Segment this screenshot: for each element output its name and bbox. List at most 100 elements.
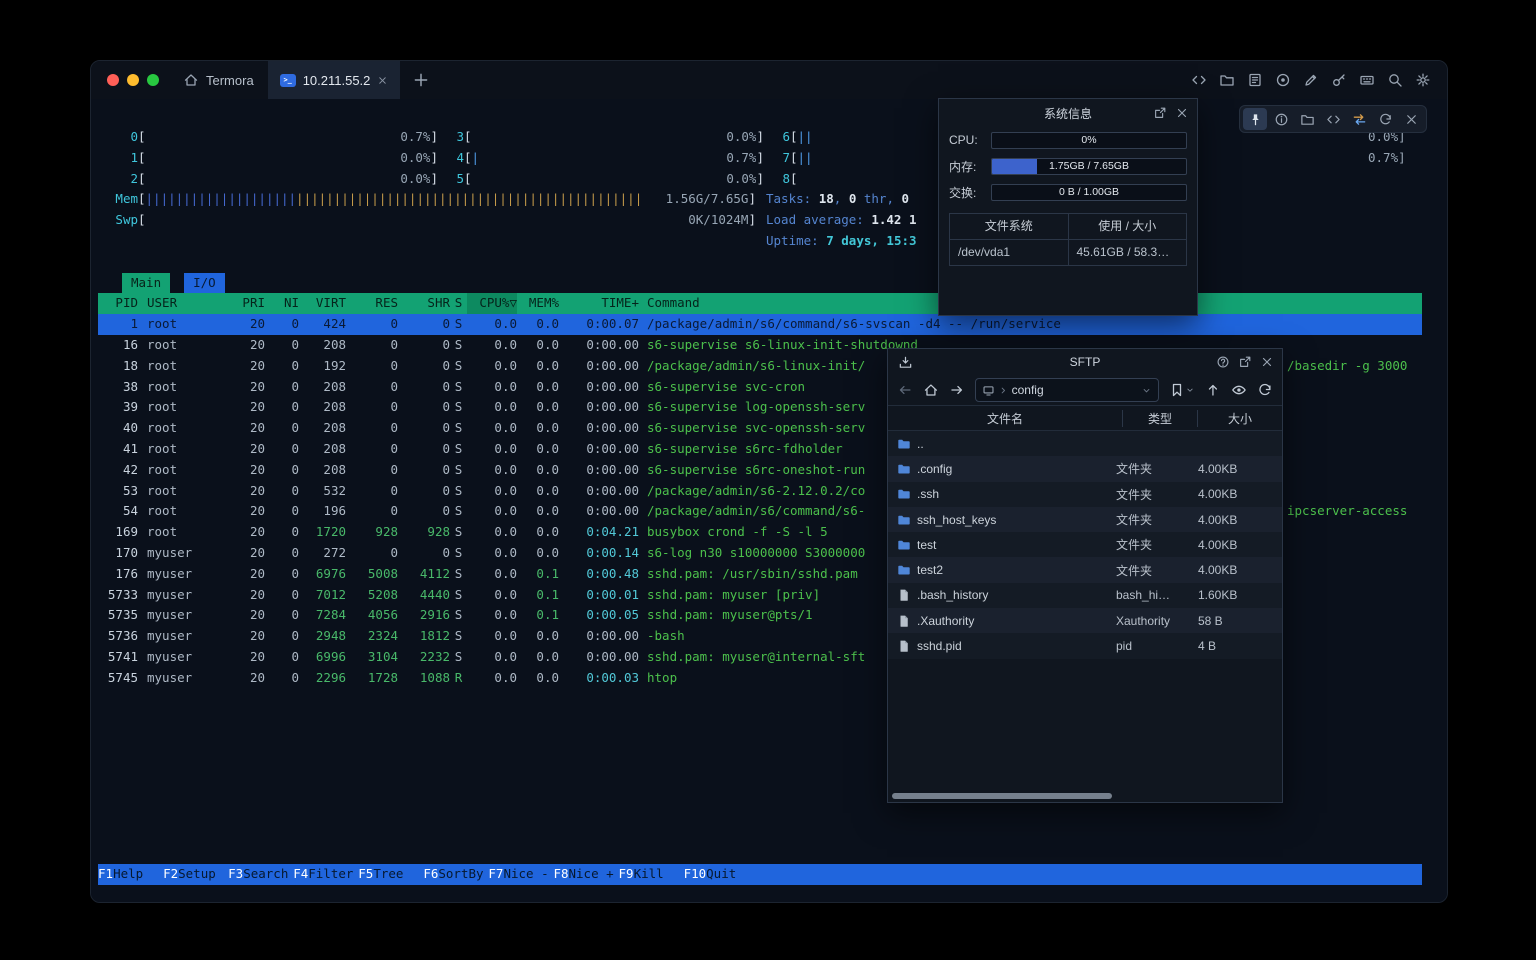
folder-icon: [897, 513, 911, 527]
close-panel-icon[interactable]: [1175, 106, 1189, 120]
cpu-meter-2: 2[0.0%]: [112, 169, 438, 190]
file-row[interactable]: .XauthorityXauthority58 B: [888, 608, 1282, 633]
back-button[interactable]: [897, 382, 913, 398]
new-tab-button[interactable]: [412, 71, 430, 89]
folder-icon: [897, 538, 911, 552]
horizontal-scrollbar[interactable]: [892, 793, 1112, 799]
fkey-F4[interactable]: F4Filter: [293, 864, 358, 885]
col-size[interactable]: 大小: [1197, 410, 1282, 427]
log-icon[interactable]: [1247, 72, 1263, 88]
sftp-panel: SFTP config: [887, 348, 1283, 803]
close-panel-icon[interactable]: [1260, 355, 1274, 369]
process-row[interactable]: 1root20042400S0.00.00:00.07/package/admi…: [98, 314, 1422, 335]
close-tab-icon[interactable]: [377, 75, 388, 86]
close-icon[interactable]: [1399, 108, 1423, 130]
folder-icon: [897, 437, 911, 451]
file-row[interactable]: .config文件夹4.00KB: [888, 456, 1282, 481]
show-hidden-button[interactable]: [1231, 382, 1247, 398]
process-table-header[interactable]: PIDUSERPRINIVIRTRESSHRSCPU%▽MEM%TIME+Com…: [98, 293, 1422, 314]
app-window: Termora >_ 10.211.55.2 0[0.7%]3[0.0%]6[|…: [90, 60, 1448, 903]
fkey-F10[interactable]: F10Quit: [684, 864, 757, 885]
file-table-header[interactable]: 文件名类型大小: [888, 405, 1282, 431]
file-row[interactable]: test文件夹4.00KB: [888, 532, 1282, 557]
home-icon: [183, 72, 199, 88]
fkey-F8[interactable]: F8Nice +: [553, 864, 618, 885]
fs-table-row[interactable]: /dev/vda145.61GB / 58.3…: [950, 240, 1186, 265]
code-icon[interactable]: [1321, 108, 1345, 130]
file-list: ...config文件夹4.00KB.ssh文件夹4.00KBssh_host_…: [888, 431, 1282, 659]
caret-down-icon[interactable]: [1185, 385, 1195, 395]
info-icon[interactable]: [1269, 108, 1293, 130]
chevron-right-icon: [998, 385, 1009, 396]
folder-icon: [897, 487, 911, 501]
swap-meter: Swp[0K/1024M]: [112, 210, 756, 231]
record-icon[interactable]: [1275, 72, 1291, 88]
terminal-overflow-text: /basedir -g 3000: [1287, 356, 1407, 377]
keyboard-icon[interactable]: [1359, 72, 1375, 88]
fkey-F3[interactable]: F3Search: [228, 864, 293, 885]
fkey-F6[interactable]: F6SortBy: [423, 864, 488, 885]
sftp-title: SFTP: [1070, 355, 1101, 369]
tab-termora-home[interactable]: Termora: [169, 61, 268, 99]
popout-icon[interactable]: [1238, 355, 1252, 369]
folder-icon[interactable]: [1295, 108, 1319, 130]
help-icon[interactable]: [1216, 355, 1230, 369]
edit-icon[interactable]: [1303, 72, 1319, 88]
popout-icon[interactable]: [1153, 106, 1167, 120]
upload-button[interactable]: [1205, 382, 1221, 398]
cpu-meter-5: 5[0.0%]: [438, 169, 764, 190]
cpu-meter-4: 4[|0.7%]: [438, 148, 764, 169]
filesystem-table: 文件系统使用 / 大小/dev/vda145.61GB / 58.3…: [949, 213, 1187, 266]
col-filename[interactable]: 文件名: [888, 410, 1122, 427]
titlebar-toolbar: [1191, 72, 1447, 88]
file-row[interactable]: test2文件夹4.00KB: [888, 557, 1282, 582]
folder-icon[interactable]: [1219, 72, 1235, 88]
download-icon[interactable]: [898, 355, 913, 370]
minimize-window-button[interactable]: [127, 74, 139, 86]
fkey-F7[interactable]: F7Nice -: [488, 864, 553, 885]
refresh-icon[interactable]: [1373, 108, 1397, 130]
file-row[interactable]: ..: [888, 431, 1282, 456]
sysinfo-meter: CPU:0%: [939, 127, 1197, 153]
file-row[interactable]: .bash_historybash_hi…1.60KB: [888, 583, 1282, 608]
code-icon[interactable]: [1191, 72, 1207, 88]
htop-tab-main[interactable]: Main: [122, 273, 170, 294]
file-row[interactable]: ssh_host_keys文件夹4.00KB: [888, 507, 1282, 532]
cpu-meter-0: 0[0.7%]: [112, 127, 438, 148]
computer-icon: [982, 384, 995, 397]
file-row[interactable]: sshd.pidpid4 B: [888, 633, 1282, 658]
tab-session-active[interactable]: >_ 10.211.55.2: [268, 61, 401, 99]
pin-icon[interactable]: [1243, 108, 1267, 130]
refresh-button[interactable]: [1257, 382, 1273, 398]
sysinfo-titlebar: 系统信息: [939, 99, 1197, 127]
file-row[interactable]: .ssh文件夹4.00KB: [888, 482, 1282, 507]
sftp-titlebar: SFTP: [888, 349, 1282, 375]
terminal-overflow-text: ipcserver-access: [1287, 501, 1407, 522]
col-type[interactable]: 类型: [1122, 410, 1197, 427]
bookmark-button[interactable]: [1169, 382, 1185, 398]
fkey-F9[interactable]: F9Kill: [619, 864, 684, 885]
home-tab-label: Termora: [206, 73, 254, 88]
sftp-toolbar: config: [888, 375, 1282, 405]
fs-table-header[interactable]: 文件系统使用 / 大小: [950, 214, 1186, 240]
search-icon[interactable]: [1387, 72, 1403, 88]
home-dir-button[interactable]: [923, 382, 939, 398]
settings-icon[interactable]: [1415, 72, 1431, 88]
file-icon: [897, 639, 911, 653]
fkey-F5[interactable]: F5Tree: [358, 864, 423, 885]
close-window-button[interactable]: [107, 74, 119, 86]
transfer-icon[interactable]: [1347, 108, 1371, 130]
caret-down-icon[interactable]: [1141, 385, 1152, 396]
floating-toolbar: [1239, 105, 1427, 133]
forward-button[interactable]: [949, 382, 965, 398]
sysinfo-panel: 系统信息 CPU:0%内存:1.75GB / 7.65GB交换:0 B / 1.…: [938, 98, 1198, 316]
key-icon[interactable]: [1331, 72, 1347, 88]
sysinfo-title: 系统信息: [1044, 105, 1092, 122]
fkey-F2[interactable]: F2Setup: [163, 864, 228, 885]
htop-tab-io[interactable]: I/O: [184, 273, 225, 294]
htop-function-bar: F1HelpF2SetupF3SearchF4FilterF5TreeF6Sor…: [98, 864, 1422, 885]
zoom-window-button[interactable]: [147, 74, 159, 86]
fkey-F1[interactable]: F1Help: [98, 864, 163, 885]
path-breadcrumb[interactable]: config: [975, 378, 1160, 402]
load-average-line: Load average: 1.42 1: [766, 210, 917, 231]
